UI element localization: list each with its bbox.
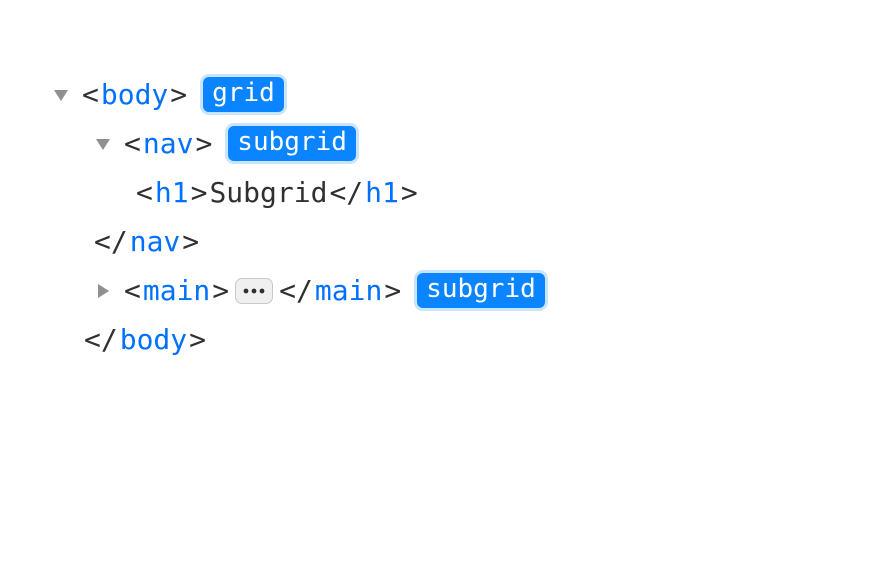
tree-row-body-open[interactable]: <body> grid bbox=[50, 70, 886, 119]
tree-row-main[interactable]: <main> </main> subgrid bbox=[50, 266, 886, 315]
ellipsis-icon[interactable] bbox=[235, 278, 273, 304]
angle-close-open: </ bbox=[84, 315, 118, 364]
angle-close: > bbox=[212, 266, 229, 315]
tag-nav-close: nav bbox=[130, 217, 181, 266]
angle-close-open: </ bbox=[94, 217, 128, 266]
angle-close: > bbox=[384, 266, 401, 315]
angle-close: > bbox=[401, 168, 418, 217]
angle-open: < bbox=[136, 168, 153, 217]
tag-main-close: main bbox=[315, 266, 382, 315]
angle-close: > bbox=[170, 70, 187, 119]
tag-body-open: body bbox=[101, 70, 168, 119]
angle-close: > bbox=[191, 168, 208, 217]
tree-row-body-close[interactable]: </body> bbox=[50, 315, 886, 364]
angle-close-open: </ bbox=[279, 266, 313, 315]
layout-badge-subgrid[interactable]: subgrid bbox=[228, 126, 356, 160]
tree-row-nav-close[interactable]: </nav> bbox=[50, 217, 886, 266]
layout-badge-grid[interactable]: grid bbox=[203, 77, 284, 111]
angle-open: < bbox=[124, 119, 141, 168]
tag-body-close: body bbox=[120, 315, 187, 364]
angle-close: > bbox=[195, 119, 212, 168]
tree-row-h1[interactable]: <h1>Subgrid</h1> bbox=[50, 168, 886, 217]
chevron-down-icon[interactable] bbox=[92, 138, 114, 150]
tag-h1-close: h1 bbox=[365, 168, 399, 217]
angle-close: > bbox=[182, 217, 199, 266]
angle-close-open: </ bbox=[329, 168, 363, 217]
h1-text: Subgrid bbox=[209, 168, 327, 217]
angle-close: > bbox=[189, 315, 206, 364]
tag-nav-open: nav bbox=[143, 119, 194, 168]
angle-open: < bbox=[124, 266, 141, 315]
chevron-down-icon[interactable] bbox=[50, 89, 72, 101]
tag-main-open: main bbox=[143, 266, 210, 315]
tree-row-nav-open[interactable]: <nav> subgrid bbox=[50, 119, 886, 168]
layout-badge-subgrid[interactable]: subgrid bbox=[417, 273, 545, 307]
chevron-right-icon[interactable] bbox=[92, 284, 114, 298]
tag-h1-open: h1 bbox=[155, 168, 189, 217]
angle-open: < bbox=[82, 70, 99, 119]
